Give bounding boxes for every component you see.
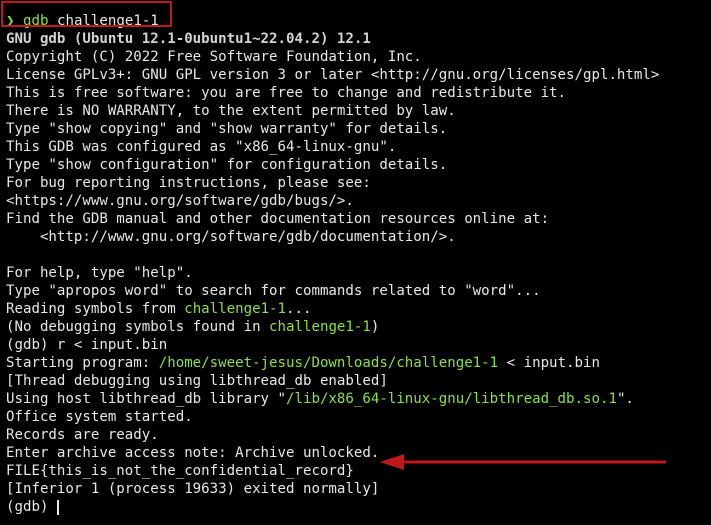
intro-line: Type "apropos word" to search for comman…: [6, 283, 541, 299]
intro-line: <http://www.gnu.org/software/gdb/documen…: [6, 229, 456, 245]
host-library-text: Using host libthread_db library ": [6, 391, 287, 407]
reading-symbols-line: Reading symbols from challenge1-1...: [6, 300, 711, 318]
no-debug-text: (No debugging symbols found in: [6, 319, 270, 335]
gdb-prompt: (gdb): [6, 499, 57, 515]
program-output-line: Records are ready.: [6, 427, 159, 443]
intro-line: Type "show copying" and "show warranty" …: [6, 121, 448, 137]
program-output-line: Office system started.: [6, 409, 193, 425]
terminal-output[interactable]: ❯ gdb challenge1-1 GNU gdb (Ubuntu 12.1-…: [6, 0, 711, 516]
library-path: /lib/x86_64-linux-gnu/libthread_db.so.1: [286, 391, 617, 407]
text-cursor: [56, 499, 59, 515]
intro-line: Copyright (C) 2022 Free Software Foundat…: [6, 49, 422, 65]
final-prompt-line: (gdb): [6, 498, 711, 516]
reading-symbols-text: Reading symbols from: [6, 301, 185, 317]
flag-pointer-arrow: [380, 454, 666, 470]
reading-symbols-file: challenge1-1: [184, 301, 287, 317]
thread-debugging-line: [Thread debugging using libthread_db ena…: [6, 373, 388, 389]
no-debug-file: challenge1-1: [269, 319, 371, 335]
intro-line: License GPLv3+: GNU GPL version 3 or lat…: [6, 67, 660, 83]
no-debug-close-paren: ): [370, 319, 380, 335]
intro-line: There is NO WARRANTY, to the extent perm…: [6, 103, 456, 119]
intro-line: <https://www.gnu.org/software/gdb/bugs/>…: [6, 193, 354, 209]
run-command-line: (gdb) r < input.bin: [6, 337, 168, 353]
intro-line: This is free software: you are free to c…: [6, 85, 567, 101]
prompt-symbol: ❯: [6, 13, 15, 29]
intro-line: For bug reporting instructions, please s…: [6, 175, 371, 191]
host-library-line: Using host libthread_db library "/lib/x8…: [6, 390, 711, 408]
starting-program-line: Starting program: /home/sweet-jesus/Down…: [6, 354, 711, 372]
intro-line: For help, type "help".: [6, 265, 193, 281]
program-path: /home/sweet-jesus/Downloads/challenge1-1: [158, 355, 499, 371]
gdb-version-line: GNU gdb (Ubuntu 12.1-0ubuntu1~22.04.2) 1…: [6, 31, 371, 47]
command-name: gdb: [23, 13, 49, 29]
exit-status-line: [Inferior 1 (process 19633) exited norma…: [6, 481, 380, 497]
intro-line: Find the GDB manual and other documentat…: [6, 211, 550, 227]
intro-line: [6, 246, 711, 264]
no-debug-symbols-line: (No debugging symbols found in challenge…: [6, 318, 711, 336]
input-redirect: < input.bin: [498, 355, 600, 371]
intro-line: This GDB was configured as "x86_64-linux…: [6, 139, 397, 155]
previous-output-line: [6, 0, 711, 12]
command-argument: challenge1-1: [56, 13, 159, 29]
shell-prompt-line: ❯ gdb challenge1-1: [6, 12, 711, 30]
arrow-head: [380, 454, 404, 470]
starting-program-text: Starting program:: [6, 355, 159, 371]
reading-symbols-ellipsis: ...: [286, 301, 312, 317]
intro-line: Type "show configuration" for configurat…: [6, 157, 448, 173]
host-library-end: ".: [616, 391, 634, 407]
